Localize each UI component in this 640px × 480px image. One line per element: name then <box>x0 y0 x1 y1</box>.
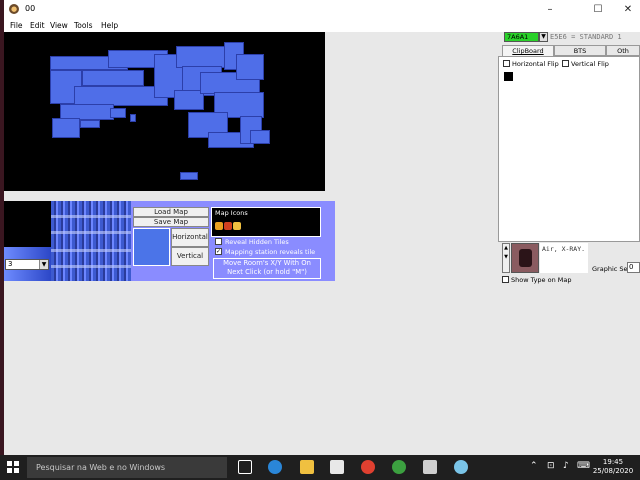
save-map-button[interactable]: Save Map <box>133 217 209 227</box>
windows-start-icon[interactable] <box>7 461 19 473</box>
map-room <box>80 120 100 128</box>
map-room <box>110 108 126 118</box>
taskbar: Pesquisar na Web e no Windows ⌃ ⊡ ♪ ⌨ 19… <box>0 455 640 480</box>
clipboard-tile[interactable] <box>504 72 513 81</box>
paint-icon[interactable] <box>454 460 468 474</box>
task-view-icon[interactable] <box>238 460 252 474</box>
minimize-icon[interactable]: – <box>538 2 562 17</box>
move-room-button[interactable]: Move Room's X/Y With On Next Click (or h… <box>213 258 321 279</box>
map-icons-panel[interactable]: Map Icons <box>211 207 321 237</box>
graphic-set-label: Graphic Set <box>592 265 631 273</box>
menu-edit[interactable]: Edit <box>30 21 45 30</box>
clock-date: 25/08/2020 <box>592 467 634 475</box>
title-bar: ● 00 – ☐ ✕ <box>4 0 640 19</box>
map-room <box>82 70 144 86</box>
game-icon[interactable] <box>392 460 406 474</box>
map-room <box>52 118 80 138</box>
right-tabs: ClipBoard BTS Oth <box>498 45 640 56</box>
tileset-palette[interactable] <box>51 201 131 281</box>
map-room <box>250 130 270 144</box>
clock-time: 19:45 <box>602 458 624 466</box>
store-icon[interactable] <box>330 460 344 474</box>
vertical-button[interactable]: Vertical <box>171 247 209 266</box>
show-type-label: Show Type on Map <box>511 276 572 284</box>
area-select-value: 3 <box>8 260 13 268</box>
move-room-line1: Move Room's X/Y With On <box>223 259 311 267</box>
chevron-down-icon[interactable]: ▼ <box>539 32 548 42</box>
tile-preview <box>133 228 170 266</box>
reveal-hidden-tiles-label: Reveal Hidden Tiles <box>225 238 289 246</box>
map-toolbar: 3 ▼ Load Map Save Map Horizontal Vertica… <box>4 201 335 281</box>
chevron-down-icon[interactable]: ▼ <box>39 260 48 269</box>
app-window: ● 00 – ☐ ✕ File Edit View Tools Help 3 ▼… <box>4 0 640 455</box>
sprite-preview <box>511 243 539 273</box>
clipboard-panel[interactable]: Horizontal Flip Vertical Flip <box>498 56 640 242</box>
graphic-set-input[interactable]: 0 <box>627 262 640 273</box>
search-placeholder: Pesquisar na Web e no Windows <box>36 463 166 472</box>
tab-bts[interactable]: BTS <box>554 45 606 56</box>
map-icons-label: Map Icons <box>215 209 248 217</box>
tile-row <box>51 231 131 234</box>
tab-other[interactable]: Oth <box>606 45 640 56</box>
window-title: 00 <box>25 4 36 13</box>
menu-file[interactable]: File <box>10 21 23 30</box>
system-clock[interactable]: 19:45 25/08/2020 <box>588 458 638 476</box>
close-icon[interactable]: ✕ <box>616 2 640 17</box>
show-type-checkbox[interactable] <box>502 276 509 283</box>
tile-row <box>51 249 131 252</box>
menu-help[interactable]: Help <box>101 21 118 30</box>
search-input[interactable]: Pesquisar na Web e no Windows <box>27 457 227 478</box>
horizontal-button[interactable]: Horizontal <box>171 228 209 247</box>
horizontal-flip-checkbox[interactable] <box>503 60 510 67</box>
horizontal-flip-label: Horizontal Flip <box>512 60 559 68</box>
tile-row <box>51 215 131 218</box>
vertical-flip-label: Vertical Flip <box>571 60 609 68</box>
move-room-line2: Next Click (or hold "M") <box>227 268 307 276</box>
mapping-station-checkbox[interactable]: ✓ <box>215 248 222 255</box>
mapping-station-label: Mapping station reveals tile <box>225 248 316 256</box>
vertical-flip-checkbox[interactable] <box>562 60 569 67</box>
graphic-panel: ▲ ▼ Air, X-RAY. <box>502 243 588 273</box>
photos-icon[interactable] <box>423 460 437 474</box>
maximize-icon[interactable]: ☐ <box>586 2 610 17</box>
map-icon-sprite[interactable] <box>224 222 232 230</box>
mode-text: E5E6 = STANDARD 1 <box>550 33 622 41</box>
map-room <box>236 54 264 80</box>
load-map-button[interactable]: Load Map <box>133 207 209 217</box>
chevron-up-icon[interactable]: ⌃ <box>530 461 538 471</box>
menu-tools[interactable]: Tools <box>74 21 92 30</box>
sprite-description: Air, X-RAY. <box>540 243 588 273</box>
reveal-hidden-tiles-checkbox[interactable] <box>215 238 222 245</box>
volume-icon[interactable]: ♪ <box>563 461 569 471</box>
room-preview-dark <box>4 201 51 247</box>
area-select[interactable]: 3 ▼ <box>5 259 49 270</box>
edge-icon[interactable] <box>268 460 282 474</box>
menu-view[interactable]: View <box>50 21 68 30</box>
map-room <box>130 114 136 122</box>
map-canvas[interactable] <box>4 32 325 191</box>
tile-row <box>51 265 131 268</box>
sprite-spinner[interactable]: ▲ ▼ <box>502 243 510 273</box>
menu-bar: File Edit View Tools Help <box>4 19 640 32</box>
app-icon: ● <box>9 4 19 14</box>
network-icon[interactable]: ⊡ <box>547 461 555 471</box>
tile-selector-value: 7A6A1 <box>507 33 529 41</box>
map-icon-sprite[interactable] <box>215 222 223 230</box>
map-icon-sprite[interactable] <box>233 222 241 230</box>
tile-selector[interactable]: 7A6A1 <box>504 32 539 42</box>
chrome-icon[interactable] <box>361 460 375 474</box>
tab-clipboard[interactable]: ClipBoard <box>502 45 554 56</box>
file-explorer-icon[interactable] <box>300 460 314 474</box>
map-room <box>180 172 198 180</box>
